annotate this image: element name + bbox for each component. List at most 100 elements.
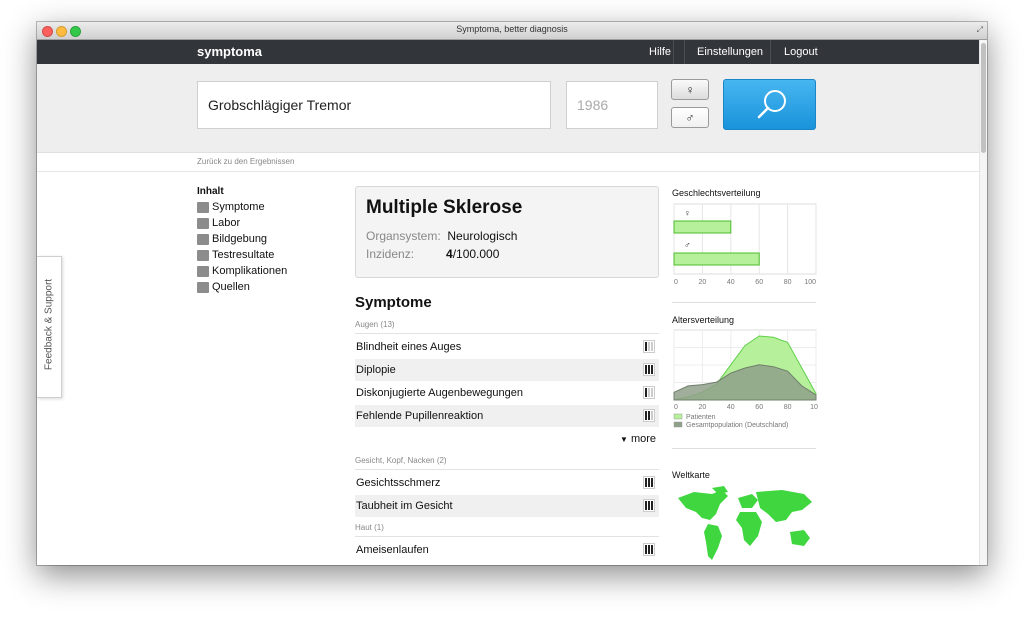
toc-label: Komplikationen: [212, 265, 288, 277]
south-america-shape: [704, 524, 722, 560]
tick-label: 0: [674, 279, 678, 286]
category-divider: [355, 469, 659, 470]
symptom-label: Gesichtsschmerz: [356, 477, 441, 489]
toc-item-quellen[interactable]: Quellen: [197, 279, 287, 295]
incidence-label: Inzidenz:: [366, 247, 415, 261]
toc-item-bildgebung[interactable]: Bildgebung: [197, 231, 287, 247]
europe-shape: [738, 494, 758, 508]
age-distribution-chart: 0 20 40 60 80 100 PatientenGesamtpopulation (D…: [673, 329, 818, 429]
symptom-label: Fehlende Pupillenreaktion: [356, 410, 484, 422]
complication-icon: [197, 265, 209, 277]
toc-item-labor[interactable]: Labor: [197, 215, 287, 231]
symptom-search-input[interactable]: Grobschlägiger Tremor: [197, 81, 551, 129]
table-of-contents: Inhalt Symptome Labor Bildgebung Testres…: [197, 186, 287, 295]
tick-label: 60: [755, 279, 763, 286]
symptom-row[interactable]: Fehlende Pupillenreaktion: [355, 405, 659, 427]
symptom-row[interactable]: Gesichtsschmerz: [355, 472, 659, 494]
more-label: more: [630, 433, 657, 445]
incidence-unit: /100.000: [452, 247, 500, 261]
chart-divider: [672, 302, 816, 303]
symptom-row[interactable]: Taubheit im Gesicht: [355, 495, 659, 517]
disease-summary-card: Multiple Sklerose Organsystem: Neurologi…: [355, 186, 659, 278]
gender-chart-title: Geschlechtsverteilung: [672, 188, 761, 198]
category-gesicht: Gesicht, Kopf, Nacken (2): [355, 456, 447, 465]
strength-indicator-icon: [643, 476, 655, 489]
strength-indicator-icon: [643, 409, 655, 422]
bar: [673, 252, 760, 266]
header-divider: [37, 171, 979, 172]
browser-window: Symptoma, better diagnosis ⤢ symptoma Hi…: [37, 22, 987, 565]
symptom-label: Diplopie: [356, 364, 396, 376]
toc-heading: Inhalt: [197, 186, 224, 197]
window-title: Symptoma, better diagnosis: [456, 24, 568, 34]
world-map[interactable]: [672, 484, 818, 565]
bar: [673, 220, 732, 234]
imaging-icon: [197, 233, 209, 245]
organ-system-value: Neurologisch: [447, 229, 518, 243]
strength-indicator-icon: [643, 363, 655, 376]
top-navigation: symptoma Hilfe Einstellungen Logout: [37, 40, 979, 64]
category-divider: [355, 536, 659, 537]
legend-label: Patienten: [686, 414, 716, 421]
tick-label: 20: [699, 279, 707, 286]
category-divider: [355, 333, 659, 334]
tick-label: 20: [699, 404, 707, 411]
symptom-label: Blindheit eines Auges: [356, 341, 462, 353]
lab-icon: [197, 217, 209, 229]
tick-label: 40: [727, 279, 735, 286]
feedback-support-tab[interactable]: Feedback & Support: [37, 256, 62, 398]
symptom-label: Ameisenlaufen: [356, 544, 429, 556]
nav-link-logout[interactable]: Logout: [784, 46, 818, 58]
back-to-results-link[interactable]: Zurück zu den Ergebnissen: [197, 157, 294, 166]
triangle-down-icon: ▼: [620, 435, 628, 444]
incidence-number: 4: [446, 247, 453, 261]
tick-label: 40: [727, 404, 735, 411]
strength-indicator-icon: [643, 499, 655, 512]
symptoma-logo[interactable]: symptoma: [197, 44, 262, 59]
window-titlebar: Symptoma, better diagnosis ⤢: [37, 22, 987, 40]
category-augen: Augen (13): [355, 320, 395, 329]
strength-indicator-icon: [643, 386, 655, 399]
tick-label: 80: [784, 404, 792, 411]
more-symptoms-link[interactable]: ▼ more: [620, 433, 656, 445]
toc-item-testresultate[interactable]: Testresultate: [197, 247, 287, 263]
tick-label: 100: [810, 404, 818, 411]
strength-indicator-icon: [643, 340, 655, 353]
tick-label: 100: [804, 279, 816, 286]
nav-divider: [684, 40, 685, 64]
incidence-row: Inzidenz: 4/100.000: [366, 247, 499, 261]
nav-divider: [770, 40, 771, 64]
toc-item-komplikationen[interactable]: Komplikationen: [197, 263, 287, 279]
chart-icon: [197, 249, 209, 261]
nav-divider: [673, 40, 674, 64]
fullscreen-icon[interactable]: ⤢: [977, 25, 983, 35]
category-haut: Haut (1): [355, 523, 384, 532]
search-button[interactable]: [723, 79, 816, 130]
symptom-row[interactable]: Blindheit eines Auges: [355, 336, 659, 358]
magnifier-icon: [757, 90, 786, 119]
africa-shape: [736, 512, 762, 546]
age-chart-title: Altersverteilung: [672, 315, 735, 325]
vertical-scrollbar[interactable]: [979, 40, 987, 565]
north-america-shape: [678, 490, 728, 520]
australia-shape: [790, 530, 810, 546]
worldmap-title: Weltkarte: [672, 470, 710, 480]
scrollbar-thumb[interactable]: [981, 43, 986, 153]
gender-distribution-chart: 0 20 40 60 80 100 ♀ ♂: [673, 203, 817, 286]
symptom-row[interactable]: Diskonjugierte Augenbewegungen: [355, 382, 659, 404]
asia-shape: [756, 490, 812, 522]
nav-link-hilfe[interactable]: Hilfe: [649, 46, 671, 58]
category-label: ♀: [684, 208, 691, 218]
nav-link-einstellungen[interactable]: Einstellungen: [697, 46, 763, 58]
symptom-row[interactable]: Ameisenlaufen: [355, 539, 659, 561]
birth-year-input[interactable]: 1986: [566, 81, 658, 129]
symptom-label: Diskonjugierte Augenbewegungen: [356, 387, 523, 399]
category-label: ♂: [684, 240, 691, 250]
toc-item-symptome[interactable]: Symptome: [197, 199, 287, 215]
female-toggle-button[interactable]: ♀: [671, 79, 709, 100]
organ-system-row: Organsystem: Neurologisch: [366, 229, 517, 243]
male-toggle-button[interactable]: ♂: [671, 107, 709, 128]
symptom-row[interactable]: Diplopie: [355, 359, 659, 381]
organ-system-label: Organsystem:: [366, 229, 441, 243]
chart-divider: [672, 448, 816, 449]
